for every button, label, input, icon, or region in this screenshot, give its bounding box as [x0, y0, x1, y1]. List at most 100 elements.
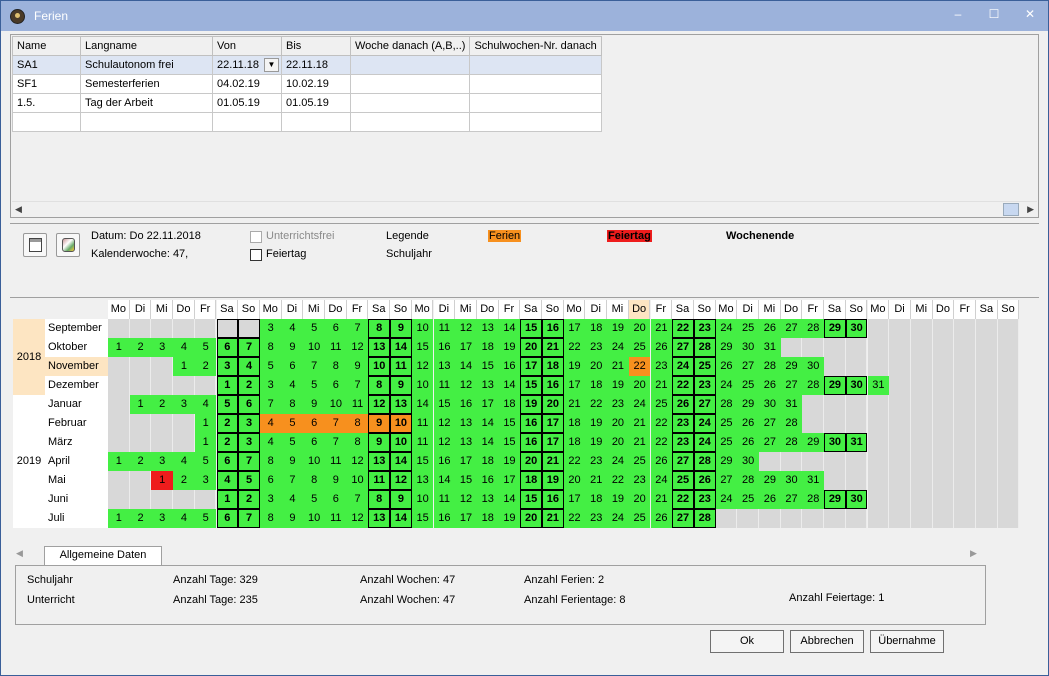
day-cell[interactable]: 9 — [390, 490, 412, 509]
day-cell[interactable]: 18 — [542, 357, 564, 376]
day-cell[interactable]: 20 — [520, 509, 542, 528]
day-cell[interactable]: 16 — [520, 433, 542, 452]
day-cell[interactable]: 26 — [715, 357, 738, 376]
day-cell[interactable]: 4 — [194, 395, 217, 414]
day-cell[interactable]: 25 — [650, 395, 673, 414]
day-cell[interactable]: 24 — [715, 490, 738, 509]
day-cell[interactable]: 2 — [194, 357, 217, 376]
day-cell[interactable]: 3 — [151, 509, 174, 528]
day-cell[interactable]: 11 — [433, 319, 456, 338]
day-cell[interactable]: 11 — [411, 433, 434, 452]
day-cell[interactable]: 10 — [303, 452, 325, 471]
cell-schulwoche[interactable] — [469, 93, 602, 113]
day-cell[interactable]: 3 — [216, 357, 239, 376]
day-cell[interactable]: 14 — [411, 395, 434, 414]
cell-woche[interactable] — [349, 74, 471, 94]
day-cell[interactable]: 25 — [715, 414, 738, 433]
day-cell[interactable]: 15 — [433, 395, 456, 414]
day-cell[interactable]: 18 — [563, 414, 586, 433]
day-cell[interactable]: 5 — [194, 509, 217, 528]
day-cell[interactable]: 6 — [238, 395, 260, 414]
day-cell[interactable]: 13 — [433, 357, 456, 376]
chevron-down-icon[interactable]: ▼ — [264, 58, 279, 72]
day-cell[interactable]: 17 — [520, 357, 542, 376]
day-cell[interactable]: 21 — [542, 509, 564, 528]
day-cell[interactable]: 18 — [585, 376, 608, 395]
day-cell[interactable]: 10 — [390, 433, 412, 452]
day-cell[interactable]: 16 — [520, 414, 542, 433]
day-cell[interactable]: 24 — [607, 509, 629, 528]
day-cell[interactable]: 9 — [303, 395, 325, 414]
day-cell[interactable]: 28 — [737, 471, 759, 490]
day-cell[interactable]: 3 — [259, 376, 282, 395]
day-cell[interactable]: 6 — [281, 357, 304, 376]
day-cell[interactable]: 30 — [737, 338, 759, 357]
day-cell[interactable]: 21 — [607, 357, 629, 376]
day-cell[interactable]: 14 — [433, 471, 456, 490]
day-cell[interactable]: 16 — [433, 338, 456, 357]
day-cell[interactable]: 13 — [476, 490, 499, 509]
day-cell[interactable]: 2 — [173, 471, 195, 490]
day-cell[interactable]: 16 — [542, 376, 564, 395]
day-cell[interactable]: 12 — [433, 433, 456, 452]
day-cell[interactable]: 16 — [455, 395, 477, 414]
table-row-empty[interactable] — [12, 112, 602, 132]
day-cell[interactable]: 13 — [368, 509, 391, 528]
day-cell[interactable]: 31 — [780, 395, 803, 414]
day-cell[interactable]: 31 — [759, 338, 781, 357]
day-cell[interactable]: 30 — [780, 471, 803, 490]
day-cell[interactable]: 23 — [585, 509, 608, 528]
day-cell[interactable]: 17 — [455, 509, 477, 528]
day-cell[interactable]: 15 — [498, 433, 521, 452]
day-cell[interactable]: 31 — [867, 376, 890, 395]
day-cell[interactable]: 7 — [238, 452, 260, 471]
day-cell[interactable]: 29 — [715, 338, 738, 357]
day-cell[interactable]: 16 — [498, 357, 521, 376]
day-cell[interactable]: 17 — [455, 452, 477, 471]
day-cell[interactable]: 25 — [628, 452, 651, 471]
day-cell[interactable]: 11 — [368, 471, 391, 490]
day-cell[interactable]: 12 — [346, 509, 369, 528]
day-cell[interactable]: 8 — [281, 395, 304, 414]
day-cell[interactable]: 9 — [390, 319, 412, 338]
cell-von-dropdown[interactable]: 22.11.18 ▼ — [212, 55, 282, 75]
day-cell[interactable]: 11 — [433, 490, 456, 509]
day-cell[interactable]: 1 — [108, 452, 130, 471]
cell-name[interactable]: SF1 — [12, 74, 81, 94]
day-cell[interactable]: 4 — [281, 319, 304, 338]
day-cell[interactable]: 15 — [455, 471, 477, 490]
day-cell[interactable]: 11 — [325, 509, 347, 528]
day-cell[interactable]: 27 — [780, 376, 803, 395]
col-header-von[interactable]: Von — [212, 36, 282, 56]
day-cell[interactable]: 7 — [238, 509, 260, 528]
day-cell[interactable]: 3 — [238, 414, 260, 433]
day-cell[interactable]: 27 — [715, 471, 738, 490]
day-cell[interactable]: 28 — [780, 433, 803, 452]
day-cell[interactable]: 15 — [411, 338, 434, 357]
day-cell[interactable]: 31 — [845, 433, 868, 452]
day-cell[interactable]: 5 — [259, 357, 282, 376]
day-cell[interactable]: 6 — [303, 433, 325, 452]
cell-von[interactable]: 01.05.19 — [212, 93, 282, 113]
close-button[interactable]: ✕ — [1013, 5, 1047, 25]
day-cell[interactable]: 25 — [628, 509, 651, 528]
day-cell[interactable]: 9 — [281, 338, 304, 357]
day-cell[interactable]: 11 — [433, 376, 456, 395]
day-cell[interactable]: 23 — [585, 452, 608, 471]
tab-scroll-right-icon[interactable]: ▶ — [970, 548, 977, 559]
day-cell[interactable]: 20 — [520, 338, 542, 357]
day-cell[interactable]: 8 — [368, 490, 391, 509]
day-cell[interactable]: 26 — [759, 319, 781, 338]
day-cell[interactable]: 19 — [498, 452, 521, 471]
day-cell[interactable]: 27 — [759, 433, 781, 452]
day-cell[interactable]: 26 — [650, 338, 673, 357]
day-cell[interactable]: 29 — [824, 490, 846, 509]
day-cell[interactable]: 17 — [563, 319, 586, 338]
day-cell[interactable]: 27 — [672, 452, 694, 471]
cell-bis[interactable] — [281, 112, 351, 132]
day-cell[interactable]: 2 — [238, 376, 260, 395]
uebernahme-button[interactable]: Übernahme — [870, 630, 944, 653]
day-cell[interactable]: 28 — [693, 338, 716, 357]
day-cell[interactable]: 30 — [845, 319, 868, 338]
day-cell[interactable]: 10 — [303, 338, 325, 357]
